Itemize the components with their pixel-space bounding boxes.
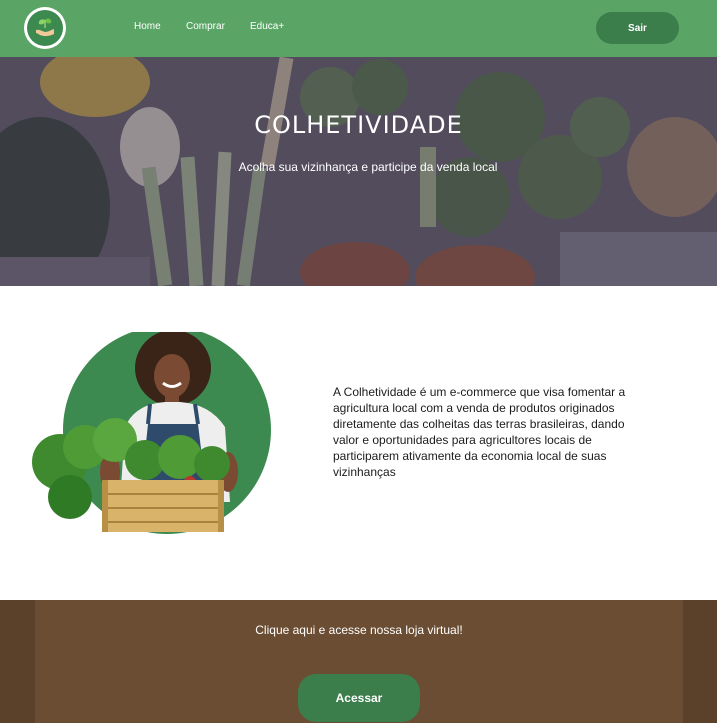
farmer-with-vegetable-crate-photo (32, 332, 271, 534)
cta-panel: Clique aqui e acesse nossa loja virtual!… (35, 600, 683, 723)
cta-text: Clique aqui e acesse nossa loja virtual! (255, 623, 463, 637)
hero-banner: COLHETIVIDADE Acolha sua vizinhança e pa… (0, 57, 717, 286)
sprout-in-hand-icon (27, 10, 63, 46)
nav-link-comprar[interactable]: Comprar (186, 21, 225, 32)
brand-logo[interactable] (24, 7, 66, 49)
hero-subtitle: Acolha sua vizinhança e participe da ven… (238, 160, 498, 174)
cta-section: Clique aqui e acesse nossa loja virtual!… (0, 600, 717, 723)
about-description: A Colhetividade é um e-commerce que visa… (333, 385, 626, 479)
nav-link-educa[interactable]: Educa+ (250, 21, 284, 32)
access-store-button[interactable]: Acessar (298, 674, 420, 722)
nav-link-home[interactable]: Home (134, 21, 161, 32)
hero-title: COLHETIVIDADE (254, 111, 463, 139)
top-navbar: Home Comprar Educa+ Sair (0, 0, 717, 57)
logout-button[interactable]: Sair (596, 12, 679, 44)
